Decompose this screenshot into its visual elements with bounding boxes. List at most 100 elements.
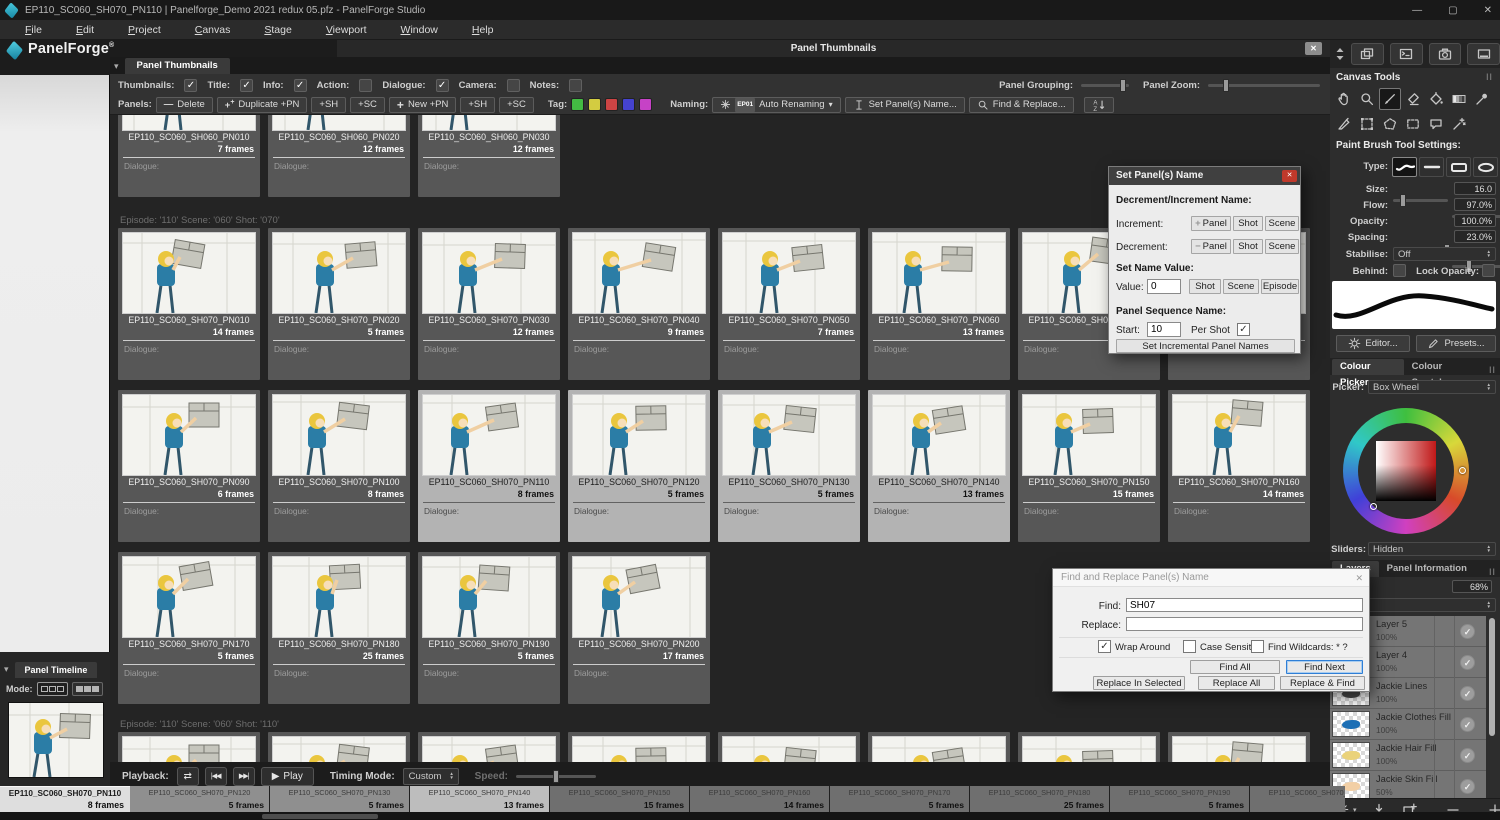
timeline-strip-segment[interactable]: EP110_SC060_SH070_PN18025 frames xyxy=(970,786,1110,812)
layer-visibility-toggle[interactable]: ✓ xyxy=(1460,717,1475,732)
current-panel-label[interactable]: EP110_SC060_SH070_PN110 8 frames xyxy=(0,786,130,812)
timeline-strip-segment[interactable]: EP110_SC060_SH070_PN1905 frames xyxy=(1110,786,1250,812)
panel-thumbnail[interactable] xyxy=(272,736,406,762)
layer-visibility-toggle[interactable]: ✓ xyxy=(1460,655,1475,670)
panel-thumbnail[interactable] xyxy=(122,556,256,638)
panel-card[interactable]: EP110_SC060_SH070_PN15015 framesDialogue… xyxy=(1018,390,1160,542)
panel-card[interactable] xyxy=(1018,732,1160,762)
panel-thumbnail[interactable] xyxy=(122,232,256,314)
transform-select-tool-button[interactable] xyxy=(1356,113,1378,135)
auto-renaming-button[interactable]: EP01Auto Renaming▾ xyxy=(712,97,840,113)
panel-card[interactable]: EP110_SC060_SH070_PN14013 framesDialogue… xyxy=(868,390,1010,542)
shot-button[interactable]: Shot xyxy=(1189,279,1221,294)
menu-canvas[interactable]: Canvas xyxy=(178,20,248,40)
canvas-tools-grip[interactable]: II xyxy=(1486,72,1493,82)
visibility-checkbox-title[interactable]: ✓ xyxy=(240,79,253,92)
close-button[interactable]: ✕ xyxy=(1484,5,1492,16)
layer-opacity-value[interactable]: 68% xyxy=(1452,580,1492,593)
panel-card[interactable]: EP110_SC060_SH070_PN0906 framesDialogue: xyxy=(118,390,260,542)
visibility-checkbox-notes[interactable] xyxy=(569,79,582,92)
panel-thumbnail[interactable] xyxy=(122,115,256,131)
panel-card[interactable]: EP110_SC060_SH070_PN1705 framesDialogue: xyxy=(118,552,260,704)
panel-card[interactable]: EP110_SC060_SH070_PN20017 framesDialogue… xyxy=(568,552,710,704)
eyedropper-tool-button[interactable] xyxy=(1471,88,1493,110)
zoom-tool-button[interactable] xyxy=(1356,88,1378,110)
set-dialog-close-button[interactable]: ✕ xyxy=(1282,170,1297,182)
layer-row[interactable]: Jackie Hair Fill100%✓ xyxy=(1330,740,1486,771)
panel-card[interactable] xyxy=(118,732,260,762)
panel-card[interactable]: EP110_SC060_SH060_PN03012 framesDialogue… xyxy=(418,115,560,197)
panel-thumbnail[interactable] xyxy=(422,556,556,638)
picker-select[interactable]: Box Wheel▲▼ xyxy=(1368,380,1496,394)
find-wildcards-checkbox[interactable] xyxy=(1251,640,1264,653)
tag-color-swatch-4[interactable] xyxy=(639,98,652,111)
timeline-strip-segment[interactable]: EP110_SC060_SH070_PN1705 frames xyxy=(830,786,970,812)
panel-card[interactable]: EP110_SC060_SH070_PN0205 framesDialogue: xyxy=(268,228,410,380)
panel-thumbnail[interactable] xyxy=(422,115,556,131)
layer-thumbnail[interactable] xyxy=(1332,711,1370,737)
scene-button[interactable]: Scene xyxy=(1223,279,1259,294)
layer-thumbnail[interactable] xyxy=(1332,742,1370,768)
panel-action-duplicate-pn-button[interactable]: ++Duplicate +PN xyxy=(217,97,308,113)
layers-tabs-grip[interactable]: II xyxy=(1489,567,1496,577)
shot-button[interactable]: Shot xyxy=(1233,239,1263,254)
colour-sv-box[interactable] xyxy=(1376,441,1436,501)
panel-grouping-slider[interactable] xyxy=(1081,84,1129,87)
menu-stage[interactable]: Stage xyxy=(247,20,308,40)
duplicate-view-button[interactable] xyxy=(1351,43,1384,65)
panel-card[interactable] xyxy=(268,732,410,762)
tab-panel-thumbnails[interactable]: Panel Thumbnails xyxy=(125,58,230,74)
loop-button[interactable]: ⇄ xyxy=(177,767,199,786)
panel-action--sh-button[interactable]: +SH xyxy=(460,97,495,113)
tag-color-swatch-1[interactable] xyxy=(588,98,601,111)
find-dialog-close-button[interactable]: ✕ xyxy=(1355,573,1363,584)
timing-mode-select[interactable]: Custom▲▼ xyxy=(403,768,459,785)
tab-panel-information[interactable]: Panel Information xyxy=(1379,561,1475,577)
skip-next-button[interactable]: ▶▶| xyxy=(233,767,255,786)
panel-card[interactable] xyxy=(718,732,860,762)
panel-thumbnail[interactable] xyxy=(572,736,706,762)
panel-button[interactable]: +Panel xyxy=(1191,216,1231,231)
speech-bubble-tool-button[interactable] xyxy=(1425,113,1447,135)
panel-zoom-slider[interactable] xyxy=(1208,84,1320,87)
layer-visibility-toggle[interactable]: ✓ xyxy=(1460,686,1475,701)
timeline-strip-segment[interactable]: EP110_SC060_SH070_PN16014 frames xyxy=(690,786,830,812)
brush-presets-button[interactable]: Presets... xyxy=(1416,335,1496,352)
panel-thumbnail[interactable] xyxy=(872,232,1006,314)
panel-action-new-pn-button[interactable]: +New +PN xyxy=(389,97,456,113)
sliders-select[interactable]: Hidden▲▼ xyxy=(1368,542,1496,556)
maximize-button[interactable]: ▢ xyxy=(1448,5,1457,16)
panel-card[interactable] xyxy=(1168,732,1310,762)
panel-action--sc-button[interactable]: +SC xyxy=(350,97,385,113)
find-all-button[interactable]: Find All xyxy=(1190,660,1280,674)
panel-card[interactable]: EP110_SC060_SH070_PN18025 framesDialogue… xyxy=(268,552,410,704)
tab-panel-timeline[interactable]: Panel Timeline xyxy=(15,662,98,678)
tag-color-swatch-2[interactable] xyxy=(605,98,618,111)
find-replace-button[interactable]: Find & Replace... xyxy=(969,97,1074,113)
hue-indicator[interactable] xyxy=(1459,467,1466,474)
minimize-button[interactable]: — xyxy=(1412,5,1422,16)
lock-opacity-checkbox[interactable] xyxy=(1482,264,1495,277)
panel-thumbnail[interactable] xyxy=(272,556,406,638)
skip-previous-button[interactable]: |◀◀ xyxy=(205,767,227,786)
panel-card[interactable]: EP110_SC060_SH070_PN01014 framesDialogue… xyxy=(118,228,260,380)
pan-hand-tool-button[interactable] xyxy=(1333,88,1355,110)
scene-button[interactable]: Scene xyxy=(1265,239,1299,254)
colour-tabs-grip[interactable]: II xyxy=(1489,365,1496,375)
visibility-checkbox-info[interactable]: ✓ xyxy=(294,79,307,92)
value-input[interactable] xyxy=(1147,279,1181,294)
brush-spacing-value[interactable]: 23.0% xyxy=(1454,230,1496,243)
panel-menu-caret-icon[interactable]: ▾ xyxy=(114,61,119,72)
magic-wand-tool-button[interactable] xyxy=(1448,113,1470,135)
play-button[interactable]: ▶Play xyxy=(261,767,314,786)
panel-card[interactable]: EP110_SC060_SH070_PN06013 framesDialogue… xyxy=(868,228,1010,380)
stabilise-select[interactable]: Off▲▼ xyxy=(1393,247,1496,261)
timeline-strip-segment[interactable]: EP110_SC060_SH070_PN200 xyxy=(1250,786,1345,812)
panel-thumbnail[interactable] xyxy=(1172,736,1306,762)
rename-sort-button[interactable]: AZ xyxy=(1084,97,1114,113)
panel-thumbnail[interactable] xyxy=(272,394,406,476)
panel-thumbnail[interactable] xyxy=(722,232,856,314)
panel-thumbnail[interactable] xyxy=(422,394,556,476)
panel-card[interactable] xyxy=(868,732,1010,762)
panel-thumbnail[interactable] xyxy=(422,232,556,314)
